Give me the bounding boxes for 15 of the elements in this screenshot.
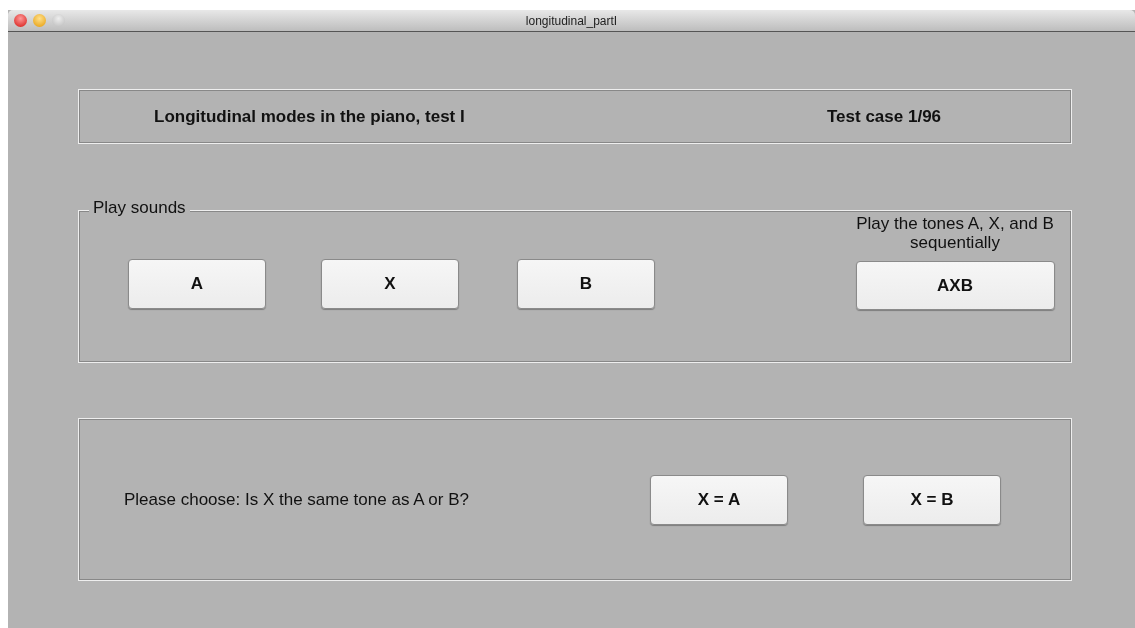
close-icon[interactable] [14, 14, 27, 27]
play-button[interactable]: B [517, 259, 655, 309]
window-title: longitudinal_partI [525, 13, 618, 28]
answer-button[interactable]: X = B [863, 474, 1001, 525]
test-title: Longitudinal modes in the piano, test I [154, 106, 466, 127]
play-sequence-button[interactable]: AXB [855, 261, 1055, 310]
play-button[interactable]: X [321, 259, 459, 309]
answer-button[interactable]: X = A [650, 474, 788, 525]
choice-prompt: Please choose: Is X the same tone as A or B? [124, 489, 470, 510]
test-case-counter: Test case 1/96 [827, 106, 943, 127]
zoom-icon[interactable] [52, 14, 65, 27]
minimize-icon[interactable] [33, 14, 46, 27]
play-button[interactable]: A [128, 259, 266, 309]
panel-label: Play sounds [89, 198, 190, 218]
sequence-caption: Play the tones A, X, and B sequentially [855, 214, 1055, 252]
